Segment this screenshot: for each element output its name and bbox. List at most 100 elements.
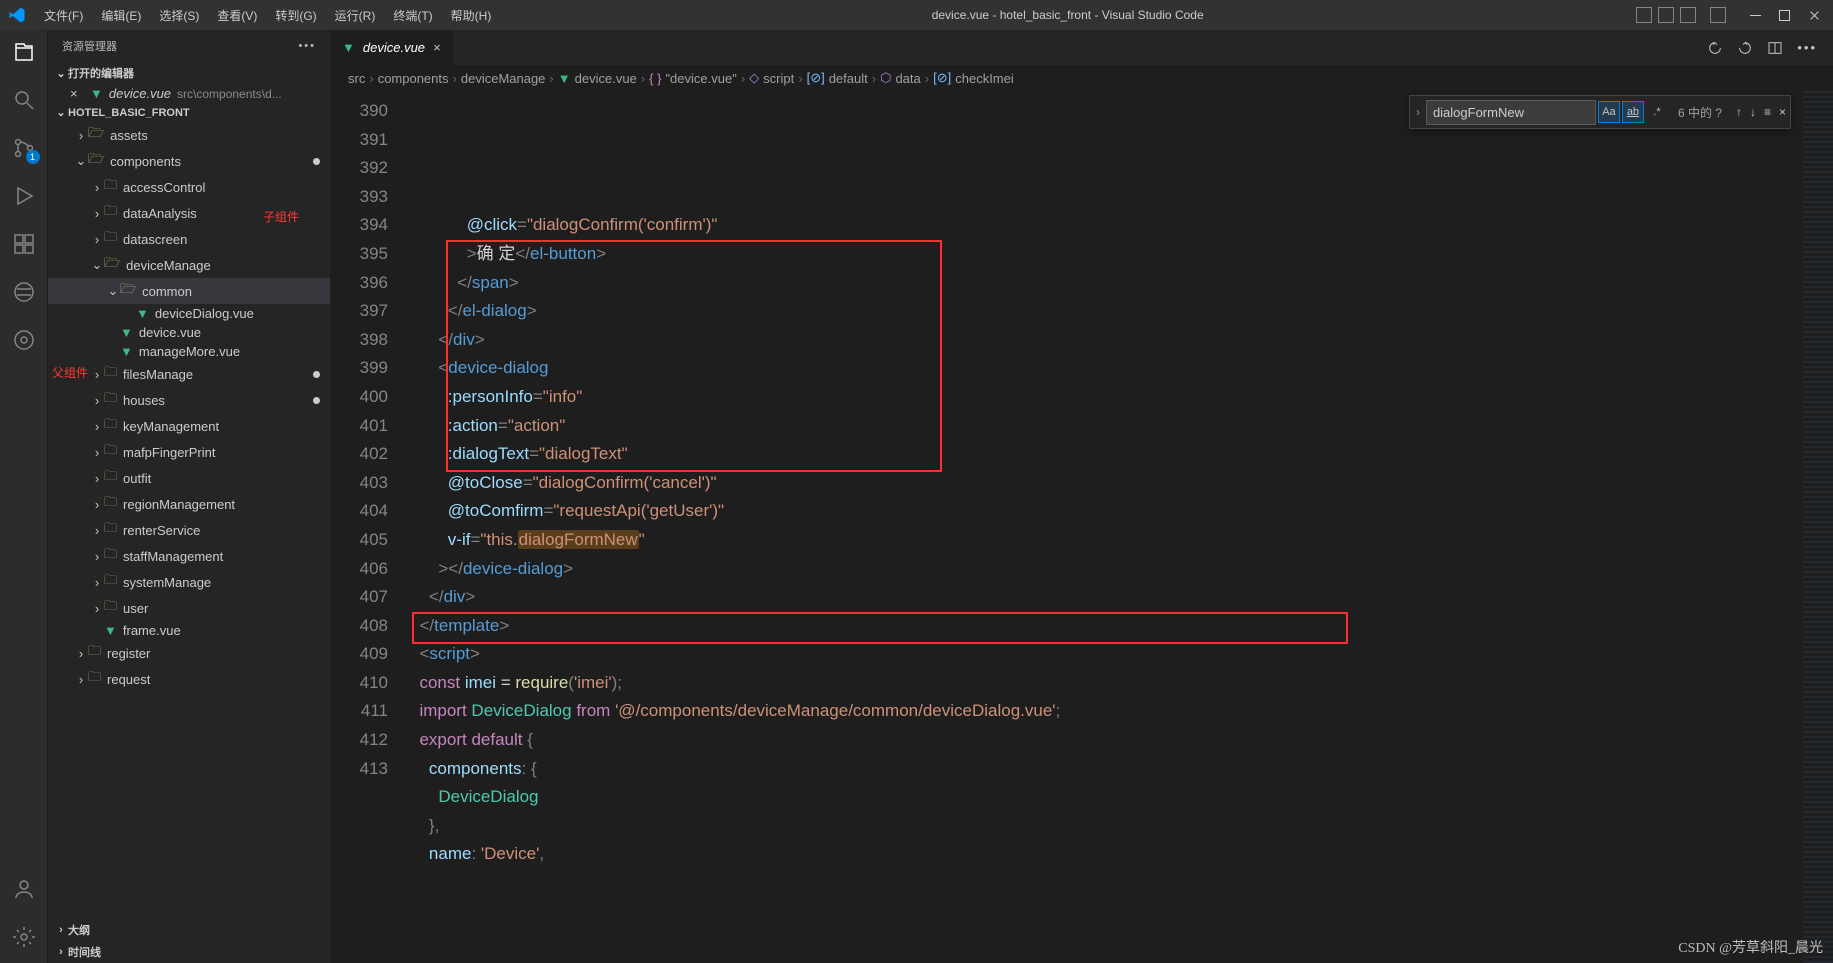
titlebar: 文件(F)编辑(E)选择(S)查看(V)转到(G)运行(R)终端(T)帮助(H)…	[0, 0, 1833, 30]
folder-item[interactable]: ›🗀mafpFingerPrint	[48, 439, 330, 465]
file-item[interactable]: ▼deviceDialog.vue	[48, 304, 330, 323]
close-window-button[interactable]	[1808, 10, 1819, 21]
outline-section[interactable]: ›大纲	[48, 919, 330, 941]
layout-controls[interactable]	[1636, 7, 1726, 23]
file-item[interactable]: ▼device.vue	[48, 323, 330, 342]
breadcrumb-item[interactable]: [⊘] checkImei	[933, 70, 1014, 86]
menu-item[interactable]: 转到(G)	[267, 3, 324, 28]
regex-icon[interactable]: .*	[1646, 101, 1668, 123]
activity-bar: 1	[0, 30, 48, 963]
folder-item[interactable]: ›🗀accessControl	[48, 174, 330, 200]
close-editor-icon[interactable]: ×	[70, 86, 84, 101]
open-editors-section[interactable]: ⌄打开的编辑器	[48, 62, 330, 84]
minimap[interactable]	[1803, 91, 1833, 963]
settings-activity[interactable]	[10, 923, 38, 951]
accounts-activity[interactable]	[10, 875, 38, 903]
folder-item[interactable]: ›🗀systemManage	[48, 569, 330, 595]
search-activity[interactable]	[10, 86, 38, 114]
extensions-activity[interactable]	[10, 230, 38, 258]
editor-tab[interactable]: ▼ device.vue ×	[330, 30, 454, 65]
breadcrumb-item[interactable]: [⊘] default	[807, 70, 868, 86]
open-editor-path: src\components\d...	[177, 87, 282, 101]
find-toggle-replace-icon[interactable]: ›	[1410, 105, 1426, 119]
layout-icon[interactable]	[1636, 7, 1652, 23]
editor[interactable]: 3903913923933943953963973983994004014024…	[330, 91, 1833, 963]
window-title: device.vue - hotel_basic_front - Visual …	[499, 8, 1636, 22]
explorer-sidebar: 资源管理器 ••• ⌄打开的编辑器 × ▼ device.vue src\com…	[48, 30, 330, 963]
breadcrumb-item[interactable]: { } "device.vue"	[649, 71, 737, 86]
folder-item[interactable]: ›🗀regionManagement	[48, 491, 330, 517]
breadcrumbs[interactable]: src›components›deviceManage›▼ device.vue…	[330, 65, 1833, 91]
find-next-icon[interactable]: ↓	[1746, 105, 1760, 119]
layout-icon[interactable]	[1710, 7, 1726, 23]
vue-file-icon: ▼	[342, 40, 355, 55]
run-debug-activity[interactable]	[10, 182, 38, 210]
menu-item[interactable]: 文件(F)	[36, 3, 91, 28]
file-item[interactable]: ▼manageMore.vue	[48, 342, 330, 361]
open-editor-file: device.vue	[109, 86, 171, 101]
breadcrumb-item[interactable]: ▼ device.vue	[558, 71, 637, 86]
docker-activity[interactable]	[10, 326, 38, 354]
menu-item[interactable]: 编辑(E)	[93, 3, 149, 28]
folder-item[interactable]: ›🗀filesManage	[48, 361, 330, 387]
match-case-icon[interactable]: Aa	[1598, 101, 1620, 123]
folder-item[interactable]: ›🗀datascreen	[48, 226, 330, 252]
breadcrumb-item[interactable]: src	[348, 71, 365, 86]
tab-label: device.vue	[363, 40, 425, 55]
menu-item[interactable]: 终端(T)	[385, 3, 440, 28]
sidebar-more-button[interactable]: •••	[298, 40, 316, 52]
folder-item[interactable]: ›🗀outfit	[48, 465, 330, 491]
timeline-section[interactable]: ›时间线	[48, 941, 330, 963]
file-item[interactable]: ▼frame.vue	[48, 621, 330, 640]
layout-icon[interactable]	[1658, 7, 1674, 23]
close-tab-icon[interactable]: ×	[433, 40, 441, 55]
menu-item[interactable]: 查看(V)	[209, 3, 265, 28]
folder-item[interactable]: ›🗀request	[48, 666, 330, 692]
folder-item[interactable]: ›🗀keyManagement	[48, 413, 330, 439]
folder-item[interactable]: ⌄🗁deviceManage	[48, 252, 330, 278]
folder-item[interactable]: ›🗀staffManagement	[48, 543, 330, 569]
scm-activity[interactable]: 1	[10, 134, 38, 162]
maximize-button[interactable]	[1779, 10, 1790, 21]
go-back-icon[interactable]	[1707, 40, 1723, 56]
menu-item[interactable]: 帮助(H)	[443, 3, 500, 28]
folder-item[interactable]: ›🗀renterService	[48, 517, 330, 543]
breadcrumb-item[interactable]: deviceManage	[461, 71, 546, 86]
open-editor-item[interactable]: × ▼ device.vue src\components\d...	[48, 84, 330, 103]
code-content[interactable]: @click="dialogConfirm('confirm')" >确 定</…	[410, 91, 1803, 963]
breadcrumb-item[interactable]: ⬡ data	[880, 70, 921, 86]
folder-item[interactable]: ›🗁assets	[48, 122, 330, 148]
find-prev-icon[interactable]: ↑	[1732, 105, 1746, 119]
scm-badge: 1	[26, 150, 40, 164]
minimize-button[interactable]	[1750, 10, 1761, 21]
more-actions-icon[interactable]: •••	[1797, 40, 1817, 55]
match-whole-word-icon[interactable]: ab	[1622, 101, 1644, 123]
menubar: 文件(F)编辑(E)选择(S)查看(V)转到(G)运行(R)终端(T)帮助(H)	[36, 3, 499, 28]
folder-item[interactable]: ⌄🗁common	[48, 278, 330, 304]
breadcrumb-item[interactable]: components	[378, 71, 449, 86]
find-result-count: 6 中的 ?	[1678, 104, 1722, 121]
explorer-activity[interactable]	[10, 38, 38, 66]
remote-activity[interactable]	[10, 278, 38, 306]
file-tree: 子组件 父组件 ›🗁assets⌄🗁components›🗀accessCont…	[48, 122, 330, 919]
breadcrumb-item[interactable]: ◇ script	[749, 70, 794, 86]
find-selection-icon[interactable]: ≡	[1760, 105, 1775, 119]
folder-item[interactable]: ›🗀houses	[48, 387, 330, 413]
menu-item[interactable]: 选择(S)	[151, 3, 207, 28]
go-forward-icon[interactable]	[1737, 40, 1753, 56]
find-close-icon[interactable]: ×	[1775, 105, 1790, 119]
split-editor-icon[interactable]	[1767, 40, 1783, 56]
tab-bar: ▼ device.vue × •••	[330, 30, 1833, 65]
folder-item[interactable]: ›🗀register	[48, 640, 330, 666]
menu-item[interactable]: 运行(R)	[327, 3, 384, 28]
project-section[interactable]: ⌄HOTEL_BASIC_FRONT	[48, 103, 330, 122]
find-widget: › Aa ab .* 6 中的 ? ↑ ↓ ≡ ×	[1409, 95, 1791, 129]
line-gutter: 3903913923933943953963973983994004014024…	[330, 91, 410, 963]
folder-item[interactable]: ›🗀dataAnalysis	[48, 200, 330, 226]
folder-item[interactable]: ⌄🗁components	[48, 148, 330, 174]
folder-item[interactable]: ›🗀user	[48, 595, 330, 621]
vscode-logo-icon	[8, 6, 26, 24]
editor-actions: •••	[1707, 30, 1833, 65]
layout-icon[interactable]	[1680, 7, 1696, 23]
find-input[interactable]	[1426, 100, 1596, 125]
